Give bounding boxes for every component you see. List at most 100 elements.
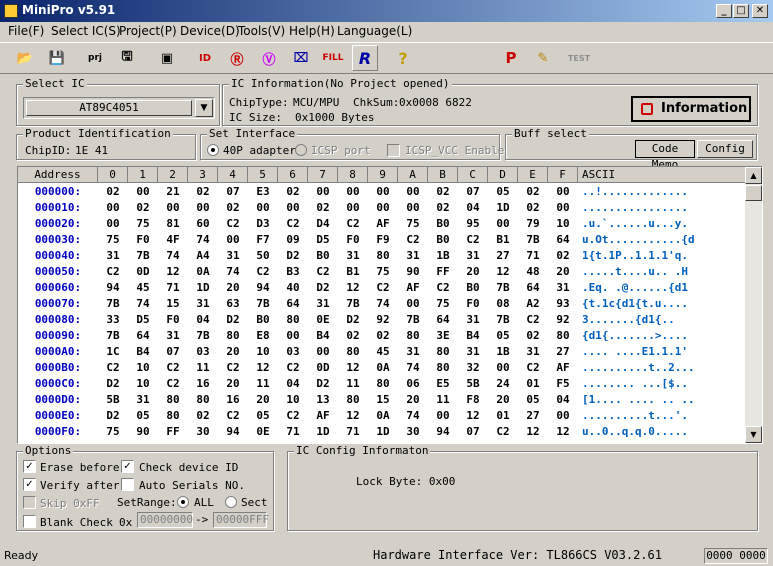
byte-cell[interactable]: 79: [518, 216, 548, 232]
byte-cell[interactable]: 02: [338, 328, 368, 344]
byte-cell[interactable]: 75: [398, 216, 428, 232]
byte-cell[interactable]: 80: [368, 248, 398, 264]
byte-cell[interactable]: 10: [128, 376, 158, 392]
byte-cell[interactable]: B1: [338, 264, 368, 280]
byte-cell[interactable]: C2: [278, 216, 308, 232]
byte-cell[interactable]: 94: [98, 280, 128, 296]
byte-cell[interactable]: 03: [188, 344, 218, 360]
byte-cell[interactable]: 75: [98, 232, 128, 248]
byte-cell[interactable]: 90: [128, 424, 158, 440]
table-row[interactable]: 000030: 75 F0 4F 74 00 F7 09 D5 F0 F9 C2 B0 C2 B1 7B 64 u…: [18, 232, 746, 248]
byte-cell[interactable]: F0: [458, 296, 488, 312]
byte-cell[interactable]: 71: [158, 280, 188, 296]
byte-cell[interactable]: 02: [98, 184, 128, 200]
byte-cell[interactable]: AF: [548, 360, 578, 376]
byte-cell[interactable]: 80: [158, 392, 188, 408]
byte-cell[interactable]: D5: [128, 312, 158, 328]
byte-cell[interactable]: C2: [278, 408, 308, 424]
byte-cell[interactable]: C2: [368, 280, 398, 296]
byte-cell[interactable]: 1C: [98, 344, 128, 360]
byte-cell[interactable]: 12: [158, 264, 188, 280]
byte-cell[interactable]: D2: [278, 248, 308, 264]
byte-cell[interactable]: 04: [188, 312, 218, 328]
byte-cell[interactable]: 02: [428, 200, 458, 216]
save-project-icon[interactable]: 🖫: [114, 45, 140, 71]
byte-cell[interactable]: 3E: [428, 328, 458, 344]
byte-cell[interactable]: F0: [158, 312, 188, 328]
byte-cell[interactable]: 02: [368, 328, 398, 344]
byte-cell[interactable]: 12: [338, 280, 368, 296]
byte-cell[interactable]: B4: [128, 344, 158, 360]
byte-cell[interactable]: C2: [218, 216, 248, 232]
byte-cell[interactable]: 15: [158, 296, 188, 312]
byte-cell[interactable]: 11: [248, 376, 278, 392]
byte-cell[interactable]: D2: [308, 376, 338, 392]
byte-cell[interactable]: 00: [428, 408, 458, 424]
byte-cell[interactable]: 7B: [338, 296, 368, 312]
byte-cell[interactable]: 02: [128, 200, 158, 216]
byte-cell[interactable]: 1B: [488, 344, 518, 360]
byte-cell[interactable]: 92: [548, 312, 578, 328]
byte-cell[interactable]: E5: [428, 376, 458, 392]
byte-cell[interactable]: 12: [488, 264, 518, 280]
byte-cell[interactable]: 20: [458, 264, 488, 280]
table-row[interactable]: 000050: C2 0D 12 0A 74 C2 B3 C2 B1 75 90 FF 20 12 48 20.…: [18, 264, 746, 280]
open-icon[interactable]: 📂: [12, 45, 38, 71]
byte-cell[interactable]: 80: [338, 392, 368, 408]
hex-grid[interactable]: Address 0 1 2 3 4 5 6 7 8 9 A B C D E F ASCII 000000: 02 00…: [17, 166, 763, 444]
byte-cell[interactable]: 5B: [98, 392, 128, 408]
byte-cell[interactable]: 27: [488, 248, 518, 264]
byte-cell[interactable]: 45: [128, 280, 158, 296]
byte-cell[interactable]: C2: [218, 408, 248, 424]
byte-cell[interactable]: 1D: [488, 200, 518, 216]
byte-cell[interactable]: 10: [548, 216, 578, 232]
table-row[interactable]: 000040: 31 7B 74 A4 31 50 D2 B0 31 80 31 1B 31 27 71 02 1…: [18, 248, 746, 264]
table-row[interactable]: 000010: 00 02 00 00 02 00 00 02 00 00 00 02 04 1D 02 00.…: [18, 200, 746, 216]
byte-cell[interactable]: 03: [278, 344, 308, 360]
byte-cell[interactable]: 02: [188, 184, 218, 200]
byte-cell[interactable]: 0A: [368, 408, 398, 424]
byte-cell[interactable]: 31: [458, 312, 488, 328]
information-button[interactable]: Information: [631, 96, 751, 122]
read-icon[interactable]: Ⓡ: [224, 45, 250, 71]
table-row[interactable]: 0000D0: 5B 31 80 80 16 20 10 13 80 15 20 11 F8 20 05 04[…: [18, 392, 746, 408]
scroll-thumb[interactable]: [745, 185, 762, 201]
byte-cell[interactable]: 94: [218, 424, 248, 440]
byte-cell[interactable]: 7B: [128, 248, 158, 264]
byte-cell[interactable]: 00: [98, 200, 128, 216]
menu-help[interactable]: Help(H): [289, 24, 335, 38]
byte-cell[interactable]: 75: [98, 424, 128, 440]
range-from-field[interactable]: 00000000: [137, 512, 193, 528]
table-row[interactable]: 000080: 33 D5 F0 04 D2 B0 80 0E D2 92 7B 64 31 7B C2 92 3…: [18, 312, 746, 328]
byte-cell[interactable]: 0E: [248, 424, 278, 440]
byte-cell[interactable]: 12: [518, 424, 548, 440]
byte-cell[interactable]: B3: [278, 264, 308, 280]
byte-cell[interactable]: 27: [548, 344, 578, 360]
byte-cell[interactable]: 10: [248, 344, 278, 360]
byte-cell[interactable]: 00: [158, 200, 188, 216]
byte-cell[interactable]: 04: [548, 392, 578, 408]
byte-cell[interactable]: 31: [338, 248, 368, 264]
icsp-vcc-checkbox[interactable]: [387, 144, 400, 157]
byte-cell[interactable]: 45: [368, 344, 398, 360]
byte-cell[interactable]: 02: [188, 408, 218, 424]
byte-cell[interactable]: 80: [338, 344, 368, 360]
byte-cell[interactable]: F0: [338, 232, 368, 248]
byte-cell[interactable]: 94: [248, 280, 278, 296]
byte-cell[interactable]: B1: [488, 232, 518, 248]
byte-cell[interactable]: 02: [308, 200, 338, 216]
byte-cell[interactable]: 64: [128, 328, 158, 344]
byte-cell[interactable]: 20: [488, 392, 518, 408]
table-row[interactable]: 0000A0: 1C B4 07 03 20 10 03 00 80 45 31 80 31 1B 31 27.…: [18, 344, 746, 360]
byte-cell[interactable]: D2: [218, 312, 248, 328]
byte-cell[interactable]: 00: [188, 200, 218, 216]
byte-cell[interactable]: 93: [548, 296, 578, 312]
byte-cell[interactable]: 09: [278, 232, 308, 248]
byte-cell[interactable]: 21: [158, 184, 188, 200]
byte-cell[interactable]: 75: [368, 264, 398, 280]
range-to-field[interactable]: 00000FFF: [213, 512, 269, 528]
byte-cell[interactable]: 64: [518, 280, 548, 296]
byte-cell[interactable]: C2: [458, 232, 488, 248]
scroll-down-icon[interactable]: ▼: [745, 426, 762, 443]
byte-cell[interactable]: 32: [458, 360, 488, 376]
